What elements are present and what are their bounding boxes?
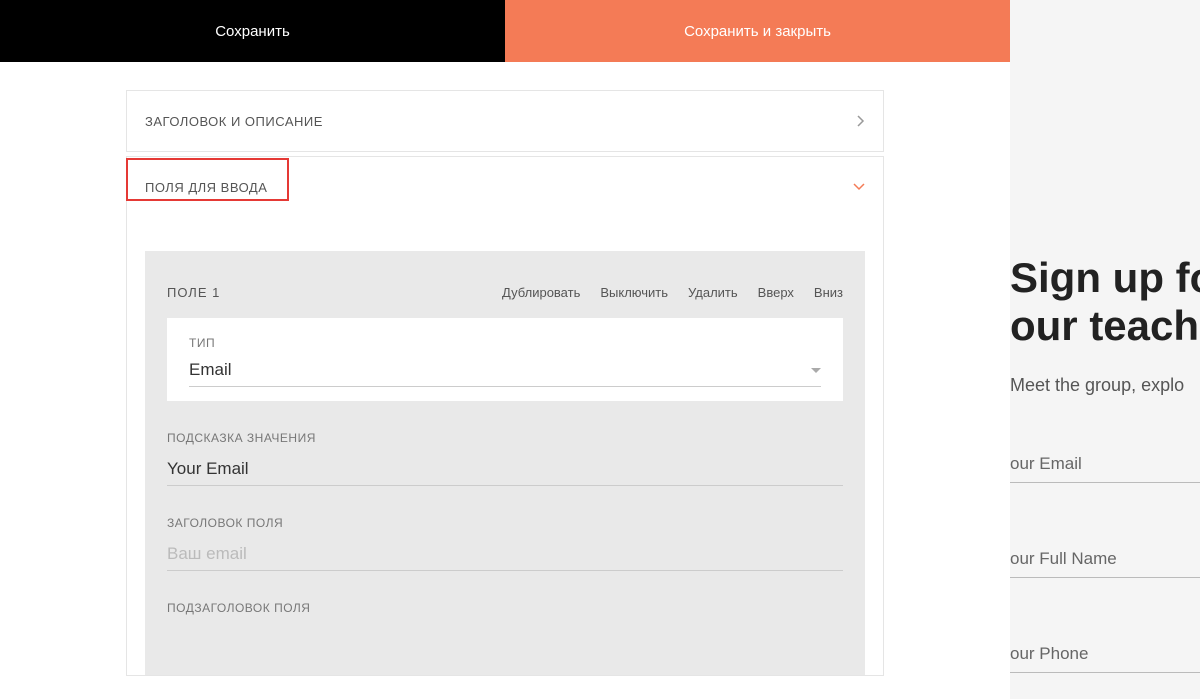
action-move-down[interactable]: Вниз xyxy=(814,285,843,300)
field-type-value: Email xyxy=(189,360,232,380)
panel-title-description[interactable]: ЗАГОЛОВОК И ОПИСАНИЕ xyxy=(126,90,884,152)
field-type-label: ТИП xyxy=(189,336,821,350)
chevron-right-icon xyxy=(857,115,865,127)
preview-field-phone[interactable]: our Phone xyxy=(1010,644,1200,673)
top-toolbar: Сохранить Сохранить и закрыть xyxy=(0,0,1200,62)
toolbar-spacer xyxy=(1010,0,1200,62)
action-delete[interactable]: Удалить xyxy=(688,285,738,300)
editor-area: ЗАГОЛОВОК И ОПИСАНИЕ ПОЛЯ ДЛЯ ВВОДА ПОЛЕ… xyxy=(0,62,1010,699)
field-title-label: ЗАГОЛОВОК ПОЛЯ xyxy=(167,516,843,530)
field-1-header: ПОЛЕ 1 Дублировать Выключить Удалить Вве… xyxy=(145,251,865,318)
caret-down-icon xyxy=(811,368,821,373)
chevron-down-icon xyxy=(853,183,865,191)
save-close-button-label: Сохранить и закрыть xyxy=(684,23,831,40)
field-hint-label: ПОДСКАЗКА ЗНАЧЕНИЯ xyxy=(167,431,843,445)
save-button-label: Сохранить xyxy=(215,23,290,40)
field-1-block: ПОЛЕ 1 Дублировать Выключить Удалить Вве… xyxy=(145,251,865,675)
field-type-card: ТИП Email xyxy=(167,318,843,401)
field-type-select[interactable]: Email xyxy=(189,360,821,387)
save-close-button[interactable]: Сохранить и закрыть xyxy=(505,0,1010,62)
action-disable[interactable]: Выключить xyxy=(600,285,668,300)
field-subtitle-label: ПОДЗАГОЛОВОК ПОЛЯ xyxy=(167,601,843,615)
preview-panel: Sign up fo our teache Meet the group, ex… xyxy=(1010,62,1200,699)
panel-input-fields-label: ПОЛЯ ДЛЯ ВВОДА xyxy=(145,180,267,195)
field-title-group: ЗАГОЛОВОК ПОЛЯ xyxy=(167,516,843,571)
field-title-input[interactable] xyxy=(167,540,843,571)
field-1-name: ПОЛЕ 1 xyxy=(167,285,220,300)
panel-input-fields-header[interactable]: ПОЛЯ ДЛЯ ВВОДА xyxy=(127,157,883,217)
preview-heading-line1: Sign up fo xyxy=(1010,254,1200,302)
preview-heading-line2: our teache xyxy=(1010,302,1200,350)
preview-field-name[interactable]: our Full Name xyxy=(1010,549,1200,578)
panel-title-description-label: ЗАГОЛОВОК И ОПИСАНИЕ xyxy=(145,114,323,129)
field-1-actions: Дублировать Выключить Удалить Вверх Вниз xyxy=(502,285,843,300)
field-hint-group: ПОДСКАЗКА ЗНАЧЕНИЯ xyxy=(167,431,843,486)
action-duplicate[interactable]: Дублировать xyxy=(502,285,580,300)
panel-input-fields: ПОЛЯ ДЛЯ ВВОДА ПОЛЕ 1 Дублировать Выключ… xyxy=(126,156,884,676)
field-subtitle-group: ПОДЗАГОЛОВОК ПОЛЯ xyxy=(167,601,843,615)
preview-field-email[interactable]: our Email xyxy=(1010,454,1200,483)
save-button[interactable]: Сохранить xyxy=(0,0,505,62)
preview-subheading: Meet the group, explo xyxy=(1010,375,1200,396)
action-move-up[interactable]: Вверх xyxy=(758,285,794,300)
field-hint-input[interactable] xyxy=(167,455,843,486)
